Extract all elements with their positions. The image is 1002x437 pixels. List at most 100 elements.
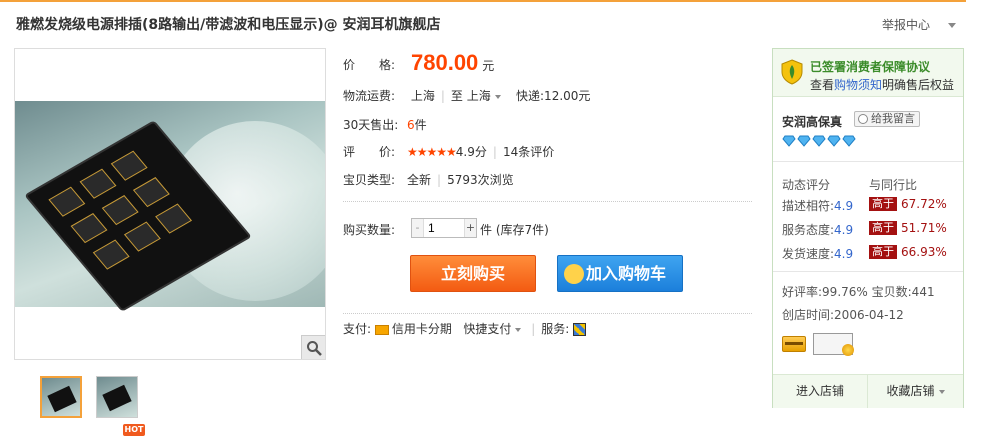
good-rate: 好评率:99.76% [782,285,868,299]
diamond-icon [782,135,796,147]
shop-rate: 好评率:99.76% 宝贝数:441 [782,283,935,300]
compare-header: 与同行比 [869,178,918,192]
quantity-label: 购买数量: [343,223,396,237]
shop-info-panel: 已签署消费者保障协议 查看购物须知明确售后权益 安润高保真 给我留言 动态评分 … [772,48,964,408]
magnifier-icon [307,341,322,356]
divider [343,313,752,314]
view-count: 5793次浏览 [447,173,514,187]
main-image-box[interactable] [14,48,326,360]
add-to-cart-label: 加入购物车 [586,264,667,283]
ship-to-prefix: 至 [450,89,463,103]
zoom-button[interactable] [301,335,325,359]
higher-tag: 高于 [869,245,897,259]
rating-row: 评 价: ★★★★★4.9分 | 14条评价 [343,145,555,159]
quantity-increase-button[interactable]: + [464,219,476,237]
dsr-row-shipping: 发货速度:4.9 [782,245,853,262]
ship-from: 上海 [410,89,435,103]
certification-badge-icon[interactable] [813,333,854,356]
divider [773,161,963,162]
dsr-label: 发货速度: [782,247,835,261]
leave-message-label: 给我留言 [871,112,915,125]
shopping-notice-link[interactable]: 购物须知 [834,78,882,92]
product-photo [15,101,325,312]
service-icon[interactable] [573,323,587,336]
buy-now-button[interactable]: 立刻购买 [410,255,536,292]
sales-count: 6 [407,118,415,132]
review-count-link[interactable]: 14条评价 [503,145,554,159]
guarantee-prefix: 查看 [810,78,835,92]
thumbnail-1[interactable] [40,376,82,418]
favorite-shop-button[interactable]: 收藏店铺 [868,375,963,408]
thumbnail-2[interactable] [96,376,138,418]
diamond-icon [827,135,841,147]
rating-label: 评 价: [343,145,396,159]
dsr-score: 4.9 [834,247,854,261]
chevron-down-icon [515,327,522,332]
dsr-label: 描述相符: [782,199,835,213]
shipping-method: 快递:12.00元 [516,89,591,103]
cart-icon [564,264,584,284]
diamond-icon [842,135,856,147]
divider [343,201,752,202]
quantity-input[interactable] [426,219,464,237]
item-type-row: 宝贝类型: 全新 | 5793次浏览 [343,173,514,187]
chevron-down-icon [494,94,501,99]
quantity-decrease-button[interactable]: - [412,219,424,237]
dsr-header: 动态评分 [782,178,831,192]
report-center-menu[interactable]: 举报中心 [882,16,957,33]
dsr-row-description: 描述相符:4.9 [782,197,853,214]
higher-tag: 高于 [869,197,897,211]
price-value-box: 780.00 元 [411,50,494,76]
dsr-label: 服务态度: [782,223,835,237]
shipping-row: 物流运费: 上海 | 至 上海 快递:12.00元 [343,89,591,103]
service-label: 服务: [541,322,570,336]
stock-info: 件 (库存7件) [480,223,549,237]
price-value: 780.00 [411,50,479,75]
item-title: 雅燃发烧级电源排插(8路输出/带滤波和电压显示)@ 安润耳机旗舰店 [16,17,441,33]
diamond-icon [812,135,826,147]
shield-icon [781,59,803,85]
sales-row: 30天售出: 6件 [343,116,427,133]
quantity-row: 购买数量: [343,221,407,238]
shop-name[interactable]: 安润高保真 [782,113,842,130]
higher-tag: 高于 [869,221,897,235]
credit-installment-link[interactable]: 信用卡分期 [392,322,452,336]
leave-message-button[interactable]: 给我留言 [854,111,920,127]
item-count: 宝贝数:441 [871,285,935,299]
top-accent-line [0,0,966,2]
dsr-percent: 67.72% [901,197,947,211]
add-to-cart-button[interactable]: 加入购物车 [557,255,683,292]
guarantee-suffix: 明确售后权益 [882,78,955,92]
price-label: 价 格: [343,58,396,72]
sales-label: 30天售出: [343,118,399,132]
dsr-score: 4.9 [834,223,854,237]
chevron-down-icon [938,389,945,394]
rating-score: 4.9分 [455,145,487,159]
chat-icon [858,114,868,124]
guarantee-header: 已签署消费者保障协议 查看购物须知明确售后权益 [773,49,963,97]
shop-footer: 进入店铺 收藏店铺 [773,374,963,408]
price-row: 价 格: [343,56,407,73]
guarantee-title: 已签署消费者保障协议 [810,60,931,74]
sales-unit: 件 [414,118,427,132]
price-unit: 元 [482,59,495,73]
report-center-label: 举报中心 [882,18,931,32]
divider [773,271,963,272]
credit-card-badge-icon[interactable] [782,336,806,352]
shipping-label: 物流运费: [343,89,396,103]
item-type-label: 宝贝类型: [343,173,396,187]
quick-pay-select[interactable]: 快捷支付 [463,322,522,336]
seller-level-diamonds [782,135,857,150]
favorite-shop-label: 收藏店铺 [886,384,935,398]
ship-to-select[interactable]: 上海 [467,89,501,103]
credit-card-icon [374,324,389,335]
ship-to-value: 上海 [466,89,491,103]
dsr-score: 4.9 [834,199,854,213]
payment-row: 支付: 信用卡分期 快捷支付 | 服务: [343,320,587,337]
enter-shop-button[interactable]: 进入店铺 [773,375,868,408]
quick-pay-label: 快捷支付 [463,322,512,336]
dsr-percent: 66.93% [901,245,947,259]
hot-badge: HOT [123,424,145,436]
shop-created: 创店时间:2006-04-12 [782,308,904,322]
dsr-percent: 51.71% [901,221,947,235]
